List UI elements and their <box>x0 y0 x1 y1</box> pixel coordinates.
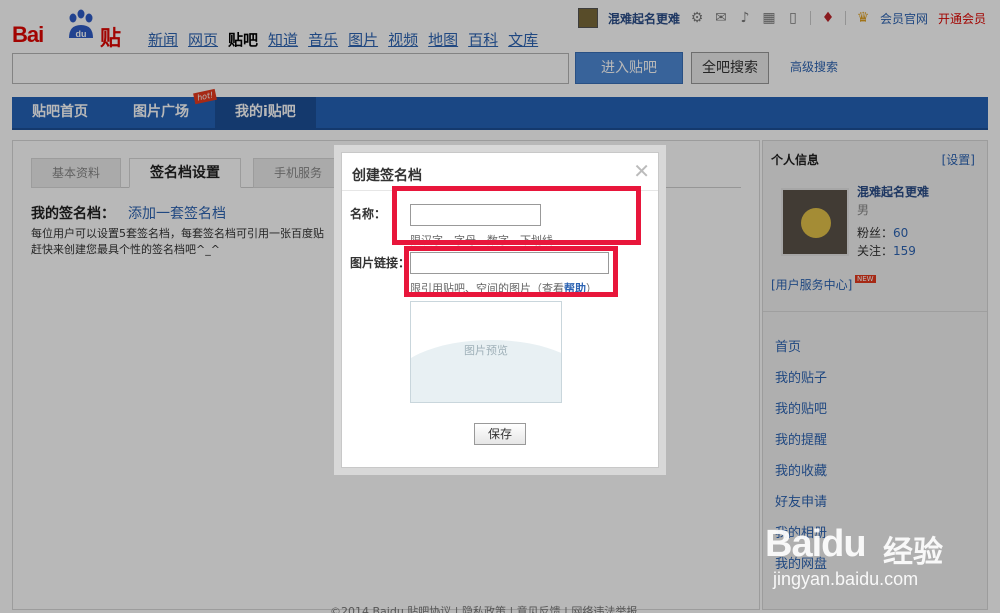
preview-placeholder-text: 图片预览 <box>464 344 508 357</box>
name-label: 名称： <box>350 207 387 221</box>
close-icon[interactable]: ✕ <box>633 161 650 181</box>
annotation-box-image-link <box>404 246 618 297</box>
watermark-url: jingyan.baidu.com <box>773 569 919 589</box>
watermark-cn: 经验 <box>883 535 943 570</box>
watermark-brand: Baidu <box>765 523 867 565</box>
image-preview-box: 图片预览 <box>410 301 562 403</box>
image-link-label: 图片链接： <box>350 256 411 270</box>
save-button[interactable]: 保存 <box>474 423 526 445</box>
annotation-box-name <box>392 186 641 245</box>
baidu-jingyan-watermark: Baidu 经验 jingyan.baidu.com <box>765 505 995 605</box>
dialog-title: 创建签名档 <box>352 168 422 184</box>
